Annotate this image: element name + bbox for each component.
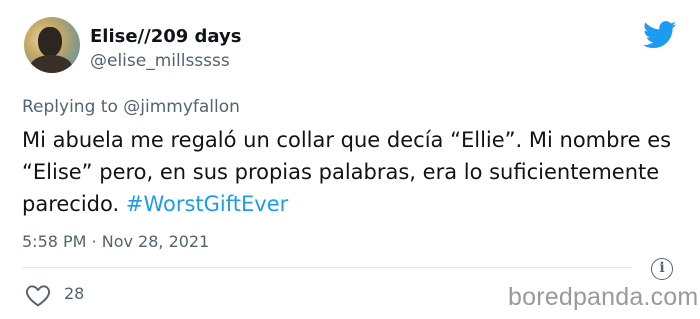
tweet-timestamp[interactable]: 5:58 PM · Nov 28, 2021 (22, 232, 209, 251)
boredpanda-watermark: boredpanda.com (508, 283, 699, 311)
author-handle[interactable]: @elise_millsssss (90, 51, 230, 71)
tweet-text-body: Mi abuela me regaló un collar que decía … (22, 128, 672, 216)
heart-icon[interactable] (25, 283, 51, 307)
divider (22, 267, 632, 268)
hashtag-link[interactable]: #WorstGiftEver (126, 192, 288, 216)
replying-to-prefix: Replying to (22, 97, 124, 117)
info-icon[interactable]: i (651, 258, 673, 280)
tweet-text: Mi abuela me regaló un collar que decía … (22, 124, 682, 220)
replying-to-line: Replying to @jimmyfallon (22, 97, 240, 117)
reply-mention-link[interactable]: @jimmyfallon (123, 97, 240, 117)
like-count: 28 (64, 284, 85, 303)
avatar[interactable] (24, 17, 80, 73)
twitter-bird-icon[interactable] (643, 21, 677, 49)
avatar-shoulder (30, 55, 72, 73)
avatar-face (38, 27, 62, 57)
author-display-name[interactable]: Elise//209 days (90, 26, 241, 47)
